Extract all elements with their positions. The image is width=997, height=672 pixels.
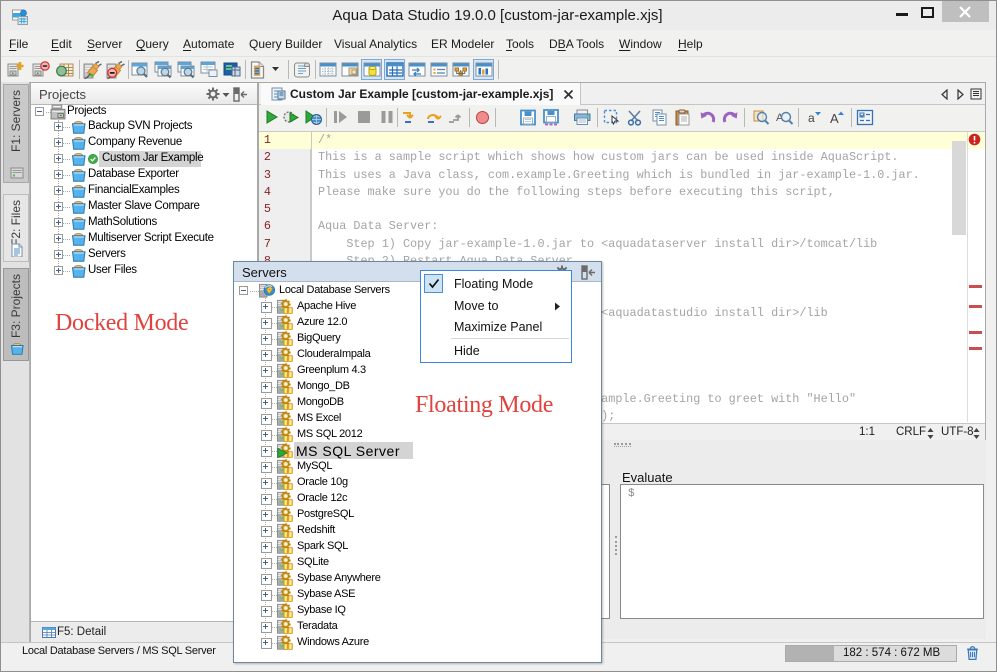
svg-text:a: a	[808, 111, 815, 125]
svg-text:A: A	[830, 111, 839, 126]
